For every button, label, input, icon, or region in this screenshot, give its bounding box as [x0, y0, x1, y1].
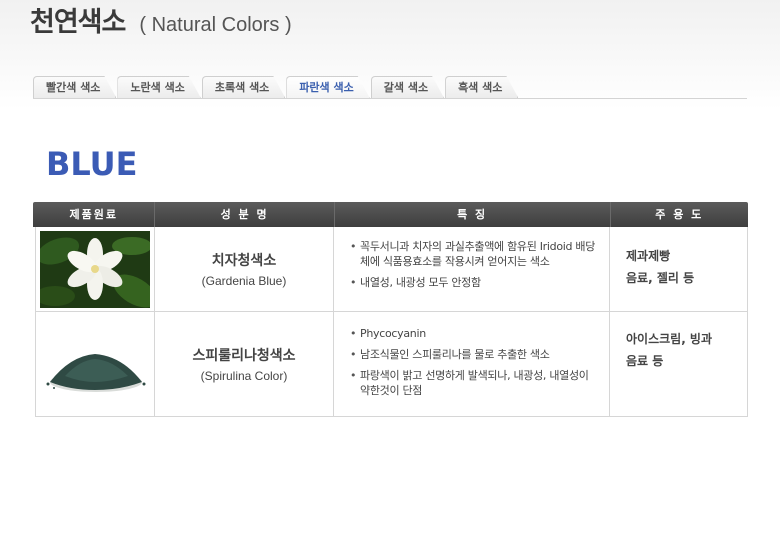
features-cell: 꼭두서니과 치자의 과실추출액에 함유된 Iridoid 배당체에 식품용효소를…	[334, 227, 610, 311]
tab-green[interactable]: 초록색 색소	[202, 76, 285, 98]
page-subtitle: ( Natural Colors )	[139, 14, 292, 36]
header-features: 특 징	[335, 202, 611, 227]
uses-cell: 제과제빵 음료, 젤리 등	[610, 227, 745, 311]
feature-item: 내열성, 내광성 모두 안정함	[350, 275, 599, 290]
component-cell: 치자청색소 (Gardenia Blue)	[155, 227, 334, 311]
tab-blue[interactable]: 파란색 색소	[286, 76, 369, 98]
raw-material-cell	[36, 312, 155, 416]
spirulina-powder-image	[40, 325, 150, 403]
gardenia-flower-image	[40, 230, 150, 308]
use-item: 음료 등	[626, 354, 664, 368]
use-item: 아이스크림, 빙과	[626, 332, 713, 346]
page-header: 천연색소 ( Natural Colors )	[30, 0, 292, 38]
tab-yellow[interactable]: 노란색 색소	[117, 76, 200, 98]
component-name-en: (Gardenia Blue)	[201, 274, 287, 288]
use-item: 음료, 젤리 등	[626, 271, 695, 285]
component-name-en: (Spirulina Color)	[200, 369, 288, 383]
color-tabs: 빨간색 색소 노란색 색소 초록색 색소 파란색 색소 갈색 색소 흑색 색소	[33, 76, 747, 99]
table-header: 제품원료 성 분 명 특 징 주 용 도	[33, 202, 748, 227]
component-cell: 스피룰리나청색소 (Spirulina Color)	[155, 312, 334, 416]
feature-item: 남조식물인 스피룰리나를 물로 추출한 색소	[350, 347, 599, 362]
header-raw-material: 제품원료	[33, 202, 156, 227]
feature-item: 꼭두서니과 치자의 과실추출액에 함유된 Iridoid 배당체에 식품용효소를…	[350, 239, 599, 269]
colorant-table: 제품원료 성 분 명 특 징 주 용 도 치자청색소 (Gardenia Blu…	[33, 202, 748, 417]
component-name-ko: 스피룰리나청색소	[192, 348, 296, 364]
section-title: BLUE	[46, 145, 138, 183]
tab-black[interactable]: 흑색 색소	[445, 76, 518, 98]
header-uses: 주 용 도	[655, 208, 704, 221]
feature-item: Phycocyanin	[350, 326, 599, 341]
features-cell: Phycocyanin 남조식물인 스피룰리나를 물로 추출한 색소 파랑색이 …	[334, 312, 610, 416]
tab-brown[interactable]: 갈색 색소	[371, 76, 444, 98]
table-row: 치자청색소 (Gardenia Blue) 꼭두서니과 치자의 과실추출액에 함…	[35, 227, 748, 312]
component-name-ko: 치자청색소	[211, 253, 277, 269]
raw-material-cell	[36, 227, 155, 311]
header-component: 성 분 명	[155, 202, 335, 227]
use-item: 제과제빵	[626, 249, 671, 263]
uses-cell: 아이스크림, 빙과 음료 등	[610, 312, 745, 416]
page-title: 천연색소	[30, 7, 126, 38]
feature-item: 파랑색이 밝고 선명하게 발색되나, 내광성, 내열성이 약한것이 단점	[350, 368, 599, 398]
tab-red[interactable]: 빨간색 색소	[33, 76, 116, 98]
table-row: 스피룰리나청색소 (Spirulina Color) Phycocyanin 남…	[35, 312, 748, 417]
